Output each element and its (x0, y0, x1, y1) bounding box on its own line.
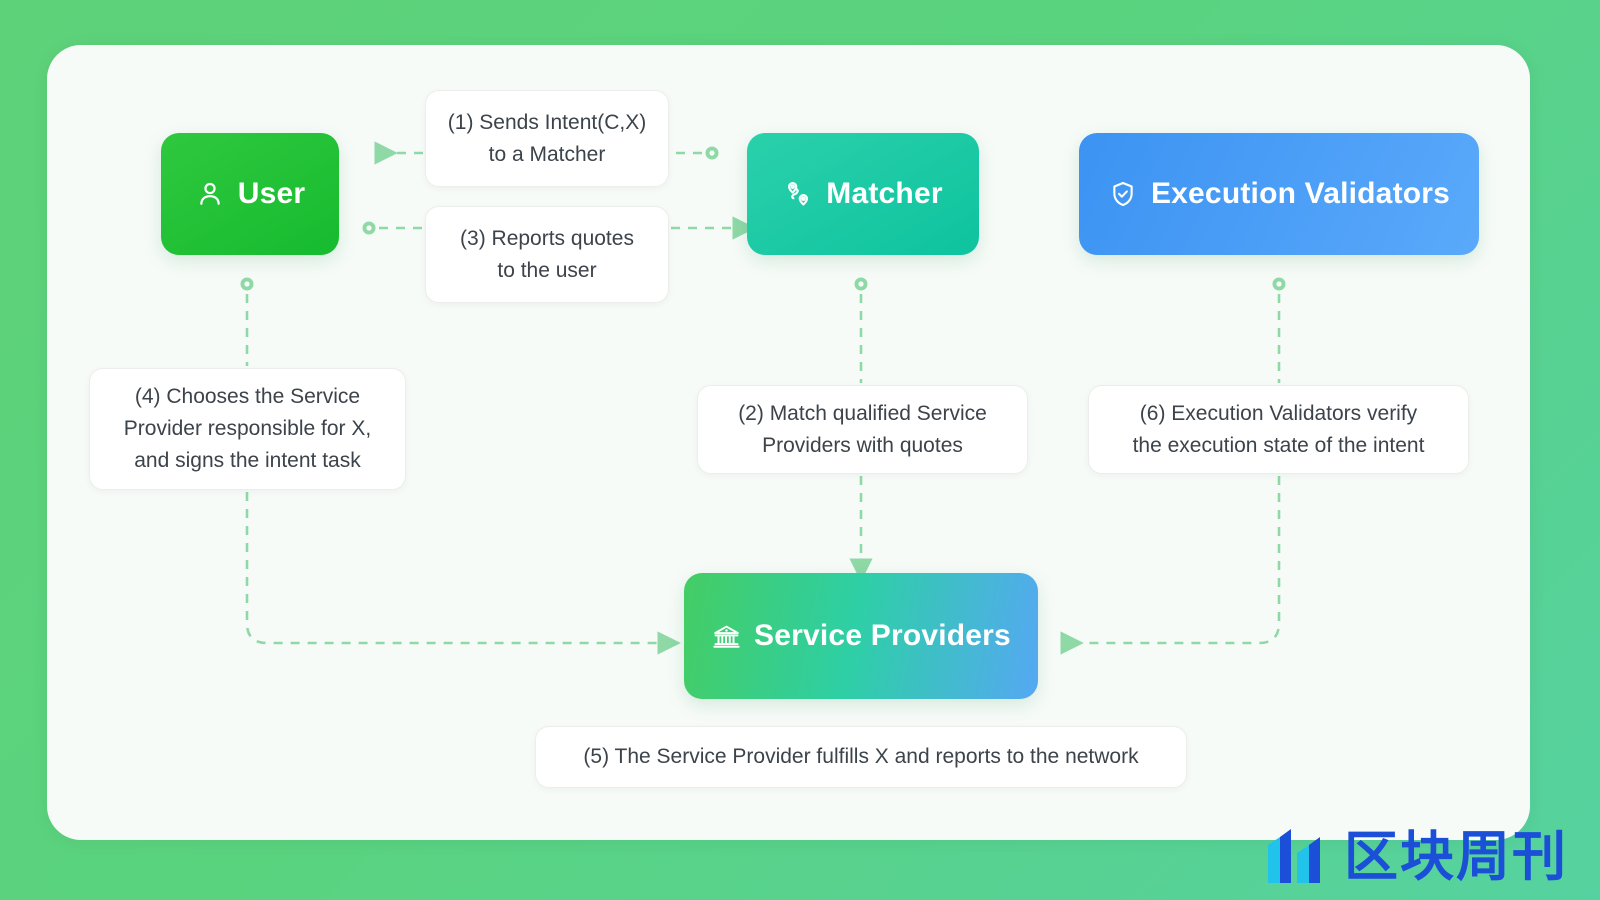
node-service-providers[interactable]: Service Providers (684, 573, 1038, 699)
watermark-text: 区块周刊 (1344, 824, 1568, 888)
node-label: Matcher (826, 177, 943, 210)
user-icon (195, 179, 225, 209)
step-label-2: (2) Match qualified Service Providers wi… (697, 385, 1028, 474)
node-user[interactable]: User (161, 133, 339, 255)
node-label: Execution Validators (1150, 177, 1451, 210)
node-label: Service Providers (754, 619, 1011, 652)
step-label-4: (4) Chooses the Service Provider respons… (89, 368, 406, 490)
bank-icon (711, 621, 741, 651)
node-execution-validators[interactable]: Execution Validators (1079, 133, 1479, 255)
step-label-1: (1) Sends Intent(C,X) to a Matcher (425, 90, 669, 187)
diagram-card: User Matcher Execution Validators Servic… (47, 45, 1530, 840)
step-label-3: (3) Reports quotes to the user (425, 206, 669, 303)
watermark: 区块周刊 (1264, 823, 1568, 890)
bars-logo-icon (1264, 823, 1330, 890)
shield-check-icon (1108, 179, 1138, 209)
route-pins-icon (783, 179, 813, 209)
step-label-6: (6) Execution Validators verify the exec… (1088, 385, 1469, 474)
node-matcher[interactable]: Matcher (747, 133, 979, 255)
step-label-5: (5) The Service Provider fulfills X and … (535, 726, 1187, 788)
node-label: User (237, 177, 306, 210)
